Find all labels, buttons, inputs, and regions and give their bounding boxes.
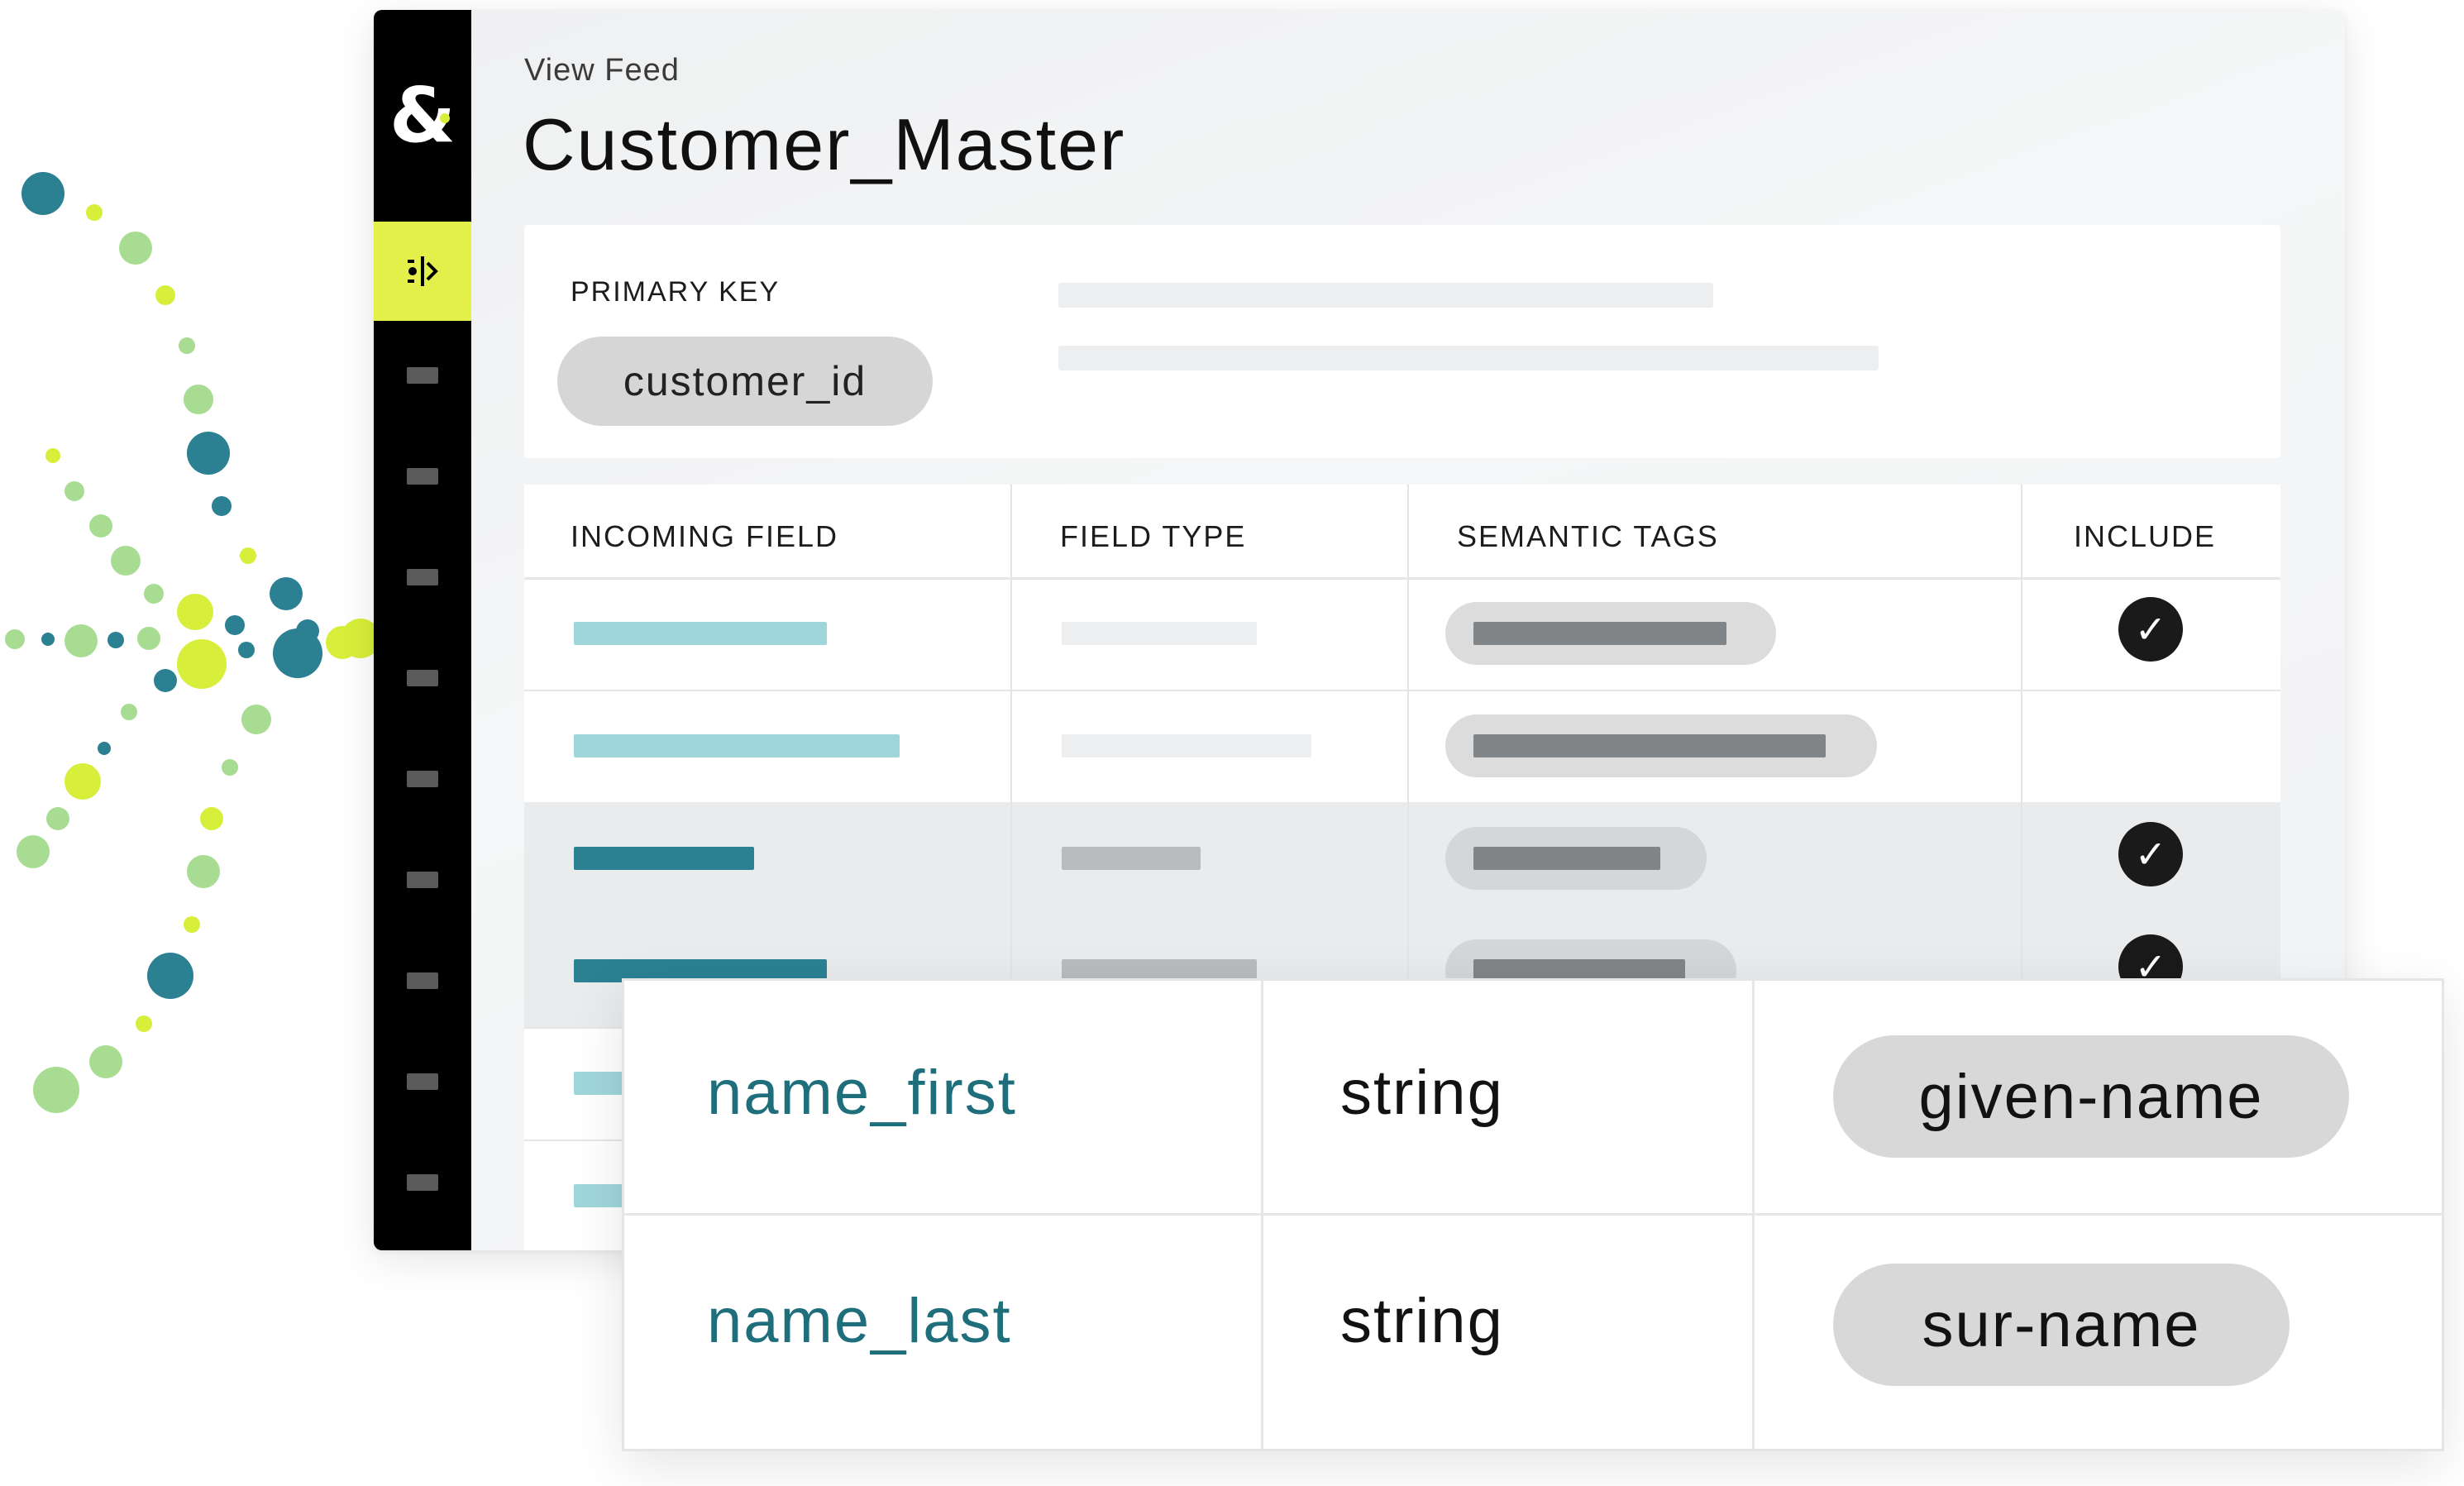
decorative-dot (89, 1045, 122, 1078)
table-header: INCOMING FIELD FIELD TYPE SEMANTIC TAGS … (524, 485, 2280, 580)
decorative-dot (187, 432, 230, 475)
column-header-field-type[interactable]: FIELD TYPE (1060, 519, 1246, 554)
decorative-dot (241, 705, 271, 734)
field-type: string (1340, 1058, 1504, 1128)
column-header-semantic-tags[interactable]: SEMANTIC TAGS (1457, 519, 1719, 554)
field-type-placeholder (1062, 622, 1257, 645)
decorative-dot (184, 385, 213, 414)
placeholder-line (1058, 346, 1879, 370)
tag-placeholder (1473, 734, 1826, 757)
semantic-tag-chip[interactable] (1445, 602, 1776, 665)
row-divider (624, 1213, 2442, 1216)
decorative-dot (154, 669, 177, 692)
semantic-tag-chip[interactable] (1445, 714, 1877, 777)
semantic-tag-chip[interactable]: given-name (1833, 1035, 2349, 1158)
table-row[interactable] (524, 690, 2280, 804)
decorative-dot (238, 642, 255, 658)
breadcrumb[interactable]: View Feed (524, 53, 680, 88)
decorative-dot (155, 285, 175, 305)
table-row[interactable]: ✓ (524, 802, 2280, 916)
decorative-dot (64, 481, 84, 501)
decorative-dot (46, 807, 69, 830)
decorative-dot (21, 172, 64, 215)
decorative-dot (187, 855, 220, 888)
decorative-dot (184, 916, 200, 933)
field-name: name_first (707, 1058, 1017, 1128)
tag-placeholder (1473, 622, 1726, 645)
decorative-dot (107, 632, 124, 648)
sidebar-item-2[interactable] (407, 468, 438, 485)
column-header-incoming-field[interactable]: INCOMING FIELD (571, 519, 838, 554)
semantic-tag-chip[interactable] (1445, 827, 1707, 890)
sidebar-item-6[interactable] (407, 872, 438, 888)
field-name-placeholder (574, 622, 827, 645)
decorative-dot (225, 615, 245, 635)
decorative-dot (270, 577, 303, 610)
decorative-dot (179, 337, 195, 354)
decorative-dot (98, 742, 111, 755)
decorative-dot (240, 547, 256, 564)
primary-key-label: PRIMARY KEY (571, 276, 781, 308)
field-type-placeholder (1062, 734, 1311, 757)
sidebar-item-1[interactable] (407, 367, 438, 384)
merge-icon (408, 256, 438, 286)
decorative-dot (177, 639, 227, 689)
decorative-dot (200, 807, 223, 830)
decorative-dot (17, 835, 50, 868)
placeholder-line (1058, 283, 1713, 308)
checkmark-icon[interactable]: ✓ (2118, 822, 2183, 886)
sidebar: & (374, 10, 471, 1250)
decorative-dot (136, 1015, 152, 1032)
primary-key-card: PRIMARY KEY customer_id (524, 225, 2280, 458)
decorative-dot (5, 629, 25, 649)
decorative-dot (137, 627, 160, 650)
decorative-dot (177, 594, 213, 630)
decorative-dot (144, 584, 164, 604)
decorative-dot (33, 1067, 79, 1113)
page-title: Customer_Master (523, 103, 1126, 185)
sidebar-item-4[interactable] (407, 670, 438, 686)
field-type-placeholder (1062, 847, 1201, 870)
sidebar-item-feeds[interactable] (374, 222, 471, 321)
sidebar-item-3[interactable] (407, 569, 438, 585)
decorative-dot (147, 953, 193, 999)
column-header-include[interactable]: INCLUDE (2074, 519, 2216, 554)
decorative-dot (283, 642, 306, 665)
primary-key-chip[interactable]: customer_id (557, 337, 933, 426)
sidebar-item-9[interactable] (407, 1174, 438, 1191)
decorative-dot (86, 204, 103, 221)
decorative-dot (121, 704, 137, 720)
decorative-dot (64, 763, 101, 800)
field-type: string (1340, 1286, 1504, 1356)
decorative-dot-burst (5, 172, 380, 1113)
decorative-dot (89, 514, 112, 538)
field-name: name_last (707, 1286, 1012, 1356)
decorative-dot (45, 448, 60, 463)
field-name-placeholder (574, 734, 900, 757)
sidebar-item-8[interactable] (407, 1073, 438, 1090)
logo-dot (440, 113, 450, 123)
field-name-placeholder (574, 847, 754, 870)
decorative-dot (64, 624, 98, 657)
checkmark-icon[interactable]: ✓ (2118, 597, 2183, 662)
decorative-dot (119, 232, 152, 265)
decorative-dot (41, 633, 55, 646)
sidebar-item-7[interactable] (407, 972, 438, 989)
decorative-dot (111, 546, 141, 576)
decorative-dot (212, 496, 232, 516)
field-detail-card: name_first string given-name name_last s… (622, 978, 2444, 1451)
semantic-tag-chip[interactable]: sur-name (1833, 1264, 2290, 1386)
decorative-dot (222, 759, 238, 776)
sidebar-item-5[interactable] (407, 771, 438, 787)
table-row[interactable]: ✓ (524, 577, 2280, 691)
tag-placeholder (1473, 847, 1660, 870)
brand-logo[interactable]: & (374, 10, 471, 221)
